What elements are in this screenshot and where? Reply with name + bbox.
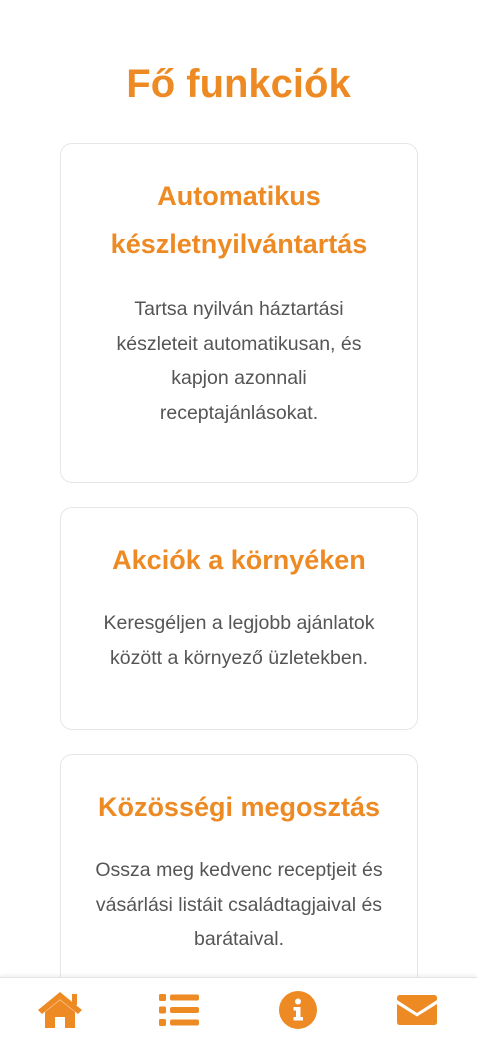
envelope-icon xyxy=(397,994,438,1025)
feature-card-deals: Akciók a környéken Keresgéljen a legjobb… xyxy=(60,507,418,730)
feature-title: Közösségi megosztás xyxy=(97,792,381,822)
home-icon xyxy=(37,991,82,1028)
nav-list-button[interactable] xyxy=(139,980,219,1040)
bottom-navigation xyxy=(0,977,477,1040)
feature-card-inventory: Automatikus készletnyilvántartás Tartsa … xyxy=(60,143,418,483)
list-icon xyxy=(158,993,199,1026)
nav-contact-button[interactable] xyxy=(377,980,457,1040)
feature-title: Automatikus készletnyilvántartás xyxy=(110,181,368,259)
features-page: Fő funkciók Automatikus készletnyilvánta… xyxy=(0,0,477,1040)
page-title: Fő funkciók xyxy=(126,62,351,106)
info-icon xyxy=(279,990,318,1029)
feature-description: Keresgéljen a legjobb ajánlatok között a… xyxy=(103,612,375,669)
nav-info-button[interactable] xyxy=(258,980,338,1040)
feature-card-sharing: Közösségi megosztás Ossza meg kedvenc re… xyxy=(60,754,418,1014)
feature-description: Ossza meg kedvenc receptjeit és vásárlás… xyxy=(95,859,383,950)
nav-home-button[interactable] xyxy=(20,980,100,1040)
feature-title: Akciók a környéken xyxy=(112,545,366,575)
feature-description: Tartsa nyilván háztartási készleteit aut… xyxy=(116,298,362,424)
